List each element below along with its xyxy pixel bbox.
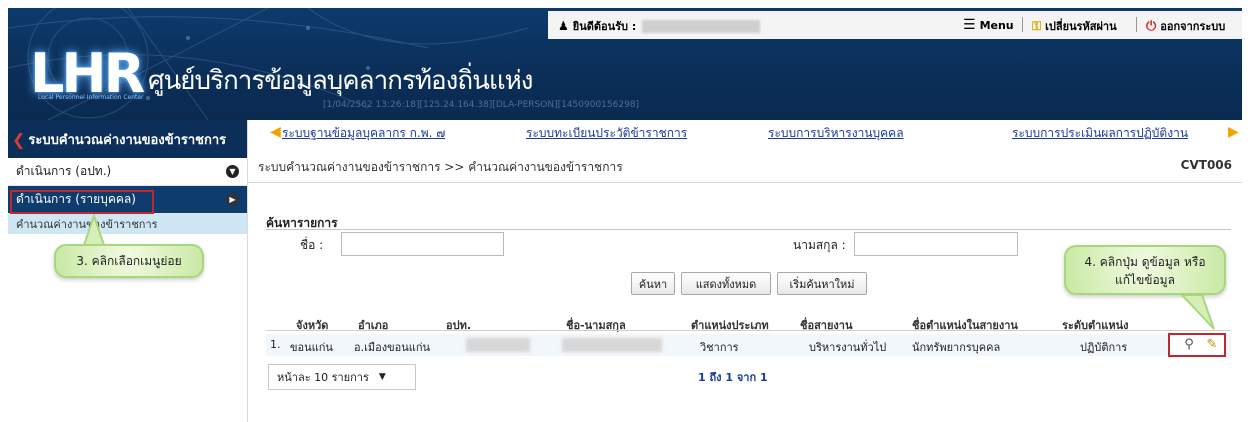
search-button[interactable]: ค้นหา	[631, 272, 675, 295]
nav-link-registry[interactable]: ระบบทะเบียนประวัติข้าราชการ	[526, 124, 687, 143]
cell-position-type: วิชาการ	[700, 341, 739, 354]
pagination-info: 1 ถึง 1 จาก 1	[698, 371, 768, 384]
callout-step4-line1: 4. คลิกปุ่ม ดูข้อมูล หรือ	[1084, 255, 1206, 269]
cell-province: ขอนแก่น	[290, 341, 333, 354]
callout-step3-text: 3. คลิกเลือกเมนูย่อย	[76, 254, 182, 268]
search-section-title: ค้นหารายการ	[266, 216, 338, 230]
row-actions: ⚲ ✎	[1168, 333, 1226, 357]
menu-label: Menu	[979, 18, 1014, 32]
user-icon: ♟	[558, 19, 569, 33]
breadcrumb-divider	[248, 182, 1242, 183]
col-position-name: ชื่อตำแหน่งในสายงาน	[912, 319, 1018, 332]
logout-label: ออกจากระบบ	[1160, 20, 1226, 33]
sidebar-item-org[interactable]: ดำเนินการ (อปท.) ▼	[8, 158, 247, 186]
site-title: ศูนย์บริการข้อมูลบุคลากรท้องถิ่นแห่ง	[148, 66, 533, 96]
page-code: CVT006	[1180, 158, 1232, 172]
reset-search-button[interactable]: เริ่มค้นหาใหม่	[777, 272, 867, 295]
welcome-area: ♟ ยินดีต้อนรับ :	[558, 17, 761, 35]
table-header: จังหวัด อำเภอ อปท. ชื่อ-นามสกุล ตำแหน่งป…	[266, 316, 1231, 332]
chevron-left-icon: ❮	[12, 129, 26, 149]
last-name-input[interactable]	[854, 232, 1018, 256]
callout-step4: 4. คลิกปุ่ม ดูข้อมูล หรือ แก้ไขข้อมูล	[1064, 245, 1226, 295]
logo-subtitle: Local Personnel Information Center	[38, 94, 144, 101]
row-number: 1.	[270, 338, 281, 351]
view-magnifier-icon[interactable]: ⚲	[1181, 338, 1197, 352]
sidebar-header[interactable]: ❮ ระบบคำนวณค่างานของข้าราชการ	[8, 120, 247, 158]
col-level: ระดับตำแหน่ง	[1062, 319, 1129, 332]
menu-button[interactable]: ☰ Menu	[963, 17, 1014, 33]
search-divider	[266, 229, 1231, 230]
power-icon: ⏻	[1146, 18, 1157, 34]
topbar-divider	[1136, 17, 1137, 32]
callout-step4-line2: แก้ไขข้อมูล	[1115, 273, 1175, 287]
col-position-type: ตำแหน่งประเภท	[691, 319, 769, 332]
show-all-button[interactable]: แสดงทั้งหมด	[681, 272, 771, 295]
change-password-label: เปลี่ยนรหัสผ่าน	[1045, 20, 1117, 33]
nav-link-kp7[interactable]: ระบบฐานข้อมูลบุคลากร ก.พ. ๗	[282, 124, 445, 143]
redacted-fullname	[562, 338, 662, 352]
welcome-label: ยินดีต้อนรับ :	[572, 20, 637, 33]
callout-step3: 3. คลิกเลือกเมนูย่อย	[54, 244, 204, 278]
first-name-label: ชื่อ :	[300, 238, 324, 252]
cell-line: บริหารงานทั่วไป	[809, 341, 887, 354]
highlight-box-sidebar	[10, 190, 154, 214]
last-name-label: นามสกุล :	[793, 238, 846, 252]
breadcrumb: ระบบคำนวณค่างานของข้าราชการ >> คำนวณค่าง…	[258, 160, 623, 174]
redacted-org	[466, 338, 530, 352]
sidebar-subitem-calculate[interactable]: คำนวณค่างานของข้าราชการ	[8, 214, 247, 234]
col-line: ชื่อสายงาน	[800, 319, 853, 332]
col-fullname: ชื่อ-นามสกุล	[566, 319, 626, 332]
col-org: อปท.	[446, 319, 472, 332]
system-nav: ◀ ระบบฐานข้อมูลบุคลากร ก.พ. ๗ ระบบทะเบีย…	[248, 120, 1242, 146]
callout-step4-tail	[1180, 294, 1215, 330]
top-user-bar: ♟ ยินดีต้อนรับ : ☰ Menu ⚿ เปลี่ยนรหัสผ่า…	[548, 11, 1242, 39]
page-size-value: หน้าละ 10 รายการ	[277, 371, 369, 384]
change-password-link[interactable]: ⚿ เปลี่ยนรหัสผ่าน	[1032, 17, 1117, 35]
nav-link-hr[interactable]: ระบบการบริหารงานบุคคล	[768, 124, 904, 143]
chevron-right-icon: ▶	[226, 193, 239, 206]
first-name-input[interactable]	[341, 232, 504, 256]
topbar-divider	[1022, 17, 1023, 32]
hamburger-icon: ☰	[963, 17, 976, 33]
col-province: จังหวัด	[296, 319, 329, 332]
server-info: [1/04/2562 13:26:18][125.24.164.38][DLA-…	[323, 100, 640, 110]
logout-link[interactable]: ⏻ ออกจากระบบ	[1146, 17, 1225, 35]
nav-link-evaluation[interactable]: ระบบการประเมินผลการปฏิบัติงาน	[1012, 124, 1188, 143]
sidebar-title: ระบบคำนวณค่างานของข้าราชการ	[28, 132, 227, 148]
arrow-left-icon[interactable]: ◀	[270, 124, 281, 140]
cell-level: ปฏิบัติการ	[1080, 341, 1128, 354]
caret-down-icon: ▼	[378, 372, 386, 382]
callout-step3-tail	[82, 214, 106, 246]
key-icon: ⚿	[1032, 18, 1042, 33]
chevron-down-icon: ▼	[226, 165, 239, 178]
col-district: อำเภอ	[358, 319, 389, 332]
page-size-select[interactable]: หน้าละ 10 รายการ ▼	[268, 364, 416, 390]
table-header-divider	[266, 330, 1231, 331]
table-row[interactable]: 1. ขอนแก่น อ.เมืองขอนแก่น วิชาการ บริหาร…	[266, 334, 1231, 356]
edit-note-icon[interactable]: ✎	[1204, 338, 1220, 352]
site-header: LHR Local Personnel Information Center ศ…	[8, 8, 1242, 120]
cell-position-name: นักทรัพยากรบุคคล	[912, 341, 1001, 354]
cell-district: อ.เมืองขอนแก่น	[354, 341, 431, 354]
redacted-username	[642, 19, 761, 33]
sidebar-item-label: ดำเนินการ (อปท.)	[16, 164, 112, 178]
arrow-right-icon[interactable]: ▶	[1228, 124, 1239, 140]
